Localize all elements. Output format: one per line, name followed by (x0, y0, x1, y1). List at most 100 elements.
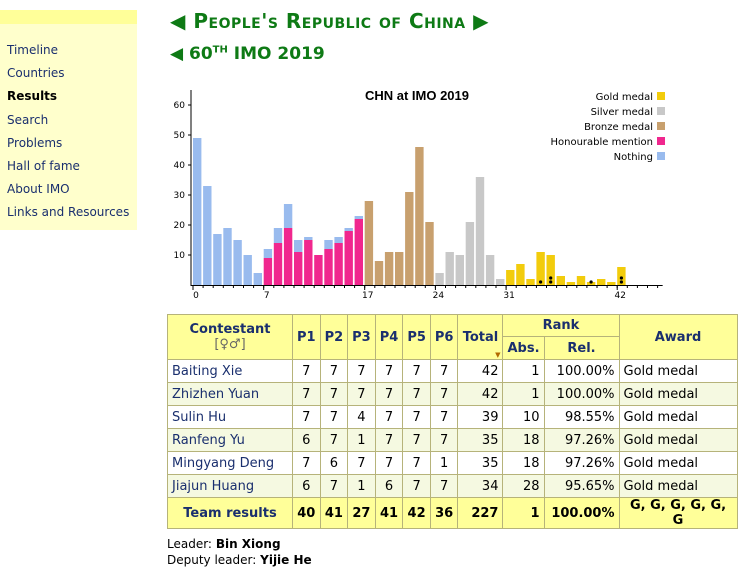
histogram-bar-gold (597, 279, 606, 285)
team-leaders: Leader: Bin Xiong Deputy leader: Yijie H… (167, 536, 312, 568)
histogram-bar-nothing (223, 228, 232, 285)
y-tick-label: 50 (174, 131, 186, 141)
leader-line: Leader: Bin Xiong (167, 536, 312, 552)
rank-rel: 97.26% (543, 451, 620, 475)
previous-imo-arrow-icon[interactable]: ◀ (170, 44, 183, 64)
score-p3: 4 (347, 405, 376, 429)
header-p2[interactable]: P2 (319, 314, 349, 360)
histogram-bar-bronze (364, 201, 374, 285)
histogram-bar-gold (566, 282, 576, 285)
x-tick-label: 24 (433, 291, 445, 301)
team-p4: 41 (374, 497, 404, 529)
score-p6: 7 (429, 405, 459, 429)
histogram-bar-honourable (304, 240, 313, 285)
chart-title: CHN at IMO 2019 (365, 88, 469, 103)
sidebar-item-links-and-resources[interactable]: Links and Resources (7, 201, 129, 224)
sidebar-item-countries[interactable]: Countries (7, 62, 129, 85)
histogram-bar-silver (496, 279, 505, 285)
score-p2: 7 (319, 382, 349, 406)
legend-swatch-nothing (657, 152, 665, 160)
team-results-label: Team results (167, 497, 293, 529)
histogram-bar-bronze (384, 252, 394, 285)
score-p3: 1 (347, 428, 376, 452)
histogram-bar-nothing (243, 255, 252, 285)
score-p4: 6 (374, 474, 404, 498)
sidebar-item-hall-of-fame[interactable]: Hall of fame (7, 155, 129, 178)
histogram-bar-gold (506, 270, 515, 285)
rank-abs: 28 (502, 474, 545, 498)
sidebar-item-timeline[interactable]: Timeline (7, 39, 129, 62)
results-histogram-chart: 10 20 30 40 50 60 0 7 17 24 31 42 CHN at IMO 2019 Gol… (174, 88, 665, 301)
next-country-arrow-icon[interactable]: ▶ (473, 9, 489, 33)
award: Gold medal (618, 474, 738, 498)
header-rank: Rank (502, 314, 620, 337)
histogram-bar-nothing (283, 204, 293, 228)
header-rank-rel[interactable]: Rel. (543, 336, 620, 360)
y-tick-label: 40 (174, 161, 186, 171)
award: Gold medal (618, 451, 738, 475)
score-total: 35 (457, 451, 504, 475)
sidebar-item-about-imo[interactable]: About IMO (7, 178, 129, 201)
sidebar-item-problems[interactable]: Problems (7, 132, 129, 155)
sidebar-top-band (0, 10, 137, 24)
score-p4: 7 (374, 382, 404, 406)
contestant-name[interactable]: Ranfeng Yu (167, 428, 293, 452)
histogram-bar-gold (516, 264, 525, 285)
header-award[interactable]: Award (618, 314, 738, 360)
histogram-bar-honourable (344, 231, 353, 285)
score-p5: 7 (402, 382, 431, 406)
deputy-leader-label: Deputy leader: (167, 553, 257, 567)
contestant-name[interactable]: Mingyang Deng (167, 451, 293, 475)
gender-toggle[interactable]: [♀♂] (214, 337, 245, 352)
team-p6: 36 (429, 497, 459, 529)
header-p5[interactable]: P5 (402, 314, 431, 360)
deputy-leader-name[interactable]: Yijie He (260, 553, 312, 567)
header-total[interactable]: Total ▼ (457, 314, 504, 360)
score-p3: 7 (347, 382, 376, 406)
histogram-bar-honourable (294, 252, 303, 285)
histogram-bar-nothing (193, 138, 202, 285)
histogram-bar-bronze (425, 222, 434, 285)
histogram-bar-nothing (354, 216, 363, 219)
team-member-marker (549, 280, 553, 284)
histogram-bar-silver (475, 177, 485, 285)
contestant-name[interactable]: Jiajun Huang (167, 474, 293, 498)
score-p3: 7 (347, 451, 376, 475)
histogram-bar-nothing (294, 240, 303, 252)
sidebar-menu: Timeline Countries Results Search Proble… (7, 39, 129, 225)
score-p1: 7 (292, 405, 321, 429)
previous-country-arrow-icon[interactable]: ◀ (170, 9, 186, 33)
score-p2: 7 (319, 428, 349, 452)
histogram-bar-silver (445, 252, 454, 285)
score-p2: 7 (319, 474, 349, 498)
results-table-body: Baiting Xie 7 7 7 7 7 7 42 1 100.00% Gold medal Zhi… (167, 359, 738, 498)
histogram-bar-nothing (304, 237, 313, 240)
rank-abs: 18 (502, 451, 545, 475)
sort-descending-icon: ▼ (495, 351, 501, 359)
header-p1[interactable]: P1 (292, 314, 321, 360)
contestant-name[interactable]: Sulin Hu (167, 405, 293, 429)
contestant-name[interactable]: Zhizhen Yuan (167, 382, 293, 406)
leader-name[interactable]: Bin Xiong (216, 537, 281, 551)
score-p6: 7 (429, 382, 459, 406)
contestant-name[interactable]: Baiting Xie (167, 359, 293, 383)
histogram-bar-nothing (213, 234, 222, 285)
histogram-bar-honourable (263, 258, 273, 285)
score-p1: 7 (292, 451, 321, 475)
sidebar-item-search[interactable]: Search (7, 109, 129, 132)
imo-title: IMO 2019 (233, 44, 325, 64)
histogram-bar-bronze (395, 252, 404, 285)
header-p3[interactable]: P3 (347, 314, 376, 360)
y-tick-label: 10 (174, 251, 186, 261)
header-rank-abs[interactable]: Abs. (502, 336, 545, 360)
header-contestant[interactable]: Contestant [♀♂] (167, 314, 293, 360)
legend-swatch-gold (657, 92, 665, 100)
sidebar-item-results[interactable]: Results (7, 85, 129, 108)
header-p4[interactable]: P4 (374, 314, 404, 360)
table-row: Sulin Hu 7 7 4 7 7 7 39 10 98.55% Gold medal (167, 405, 738, 429)
header-p6[interactable]: P6 (429, 314, 459, 360)
y-tick-label: 20 (174, 221, 186, 231)
rank-rel: 95.65% (543, 474, 620, 498)
histogram-bar-gold (576, 276, 586, 285)
rank-abs: 1 (502, 382, 545, 406)
